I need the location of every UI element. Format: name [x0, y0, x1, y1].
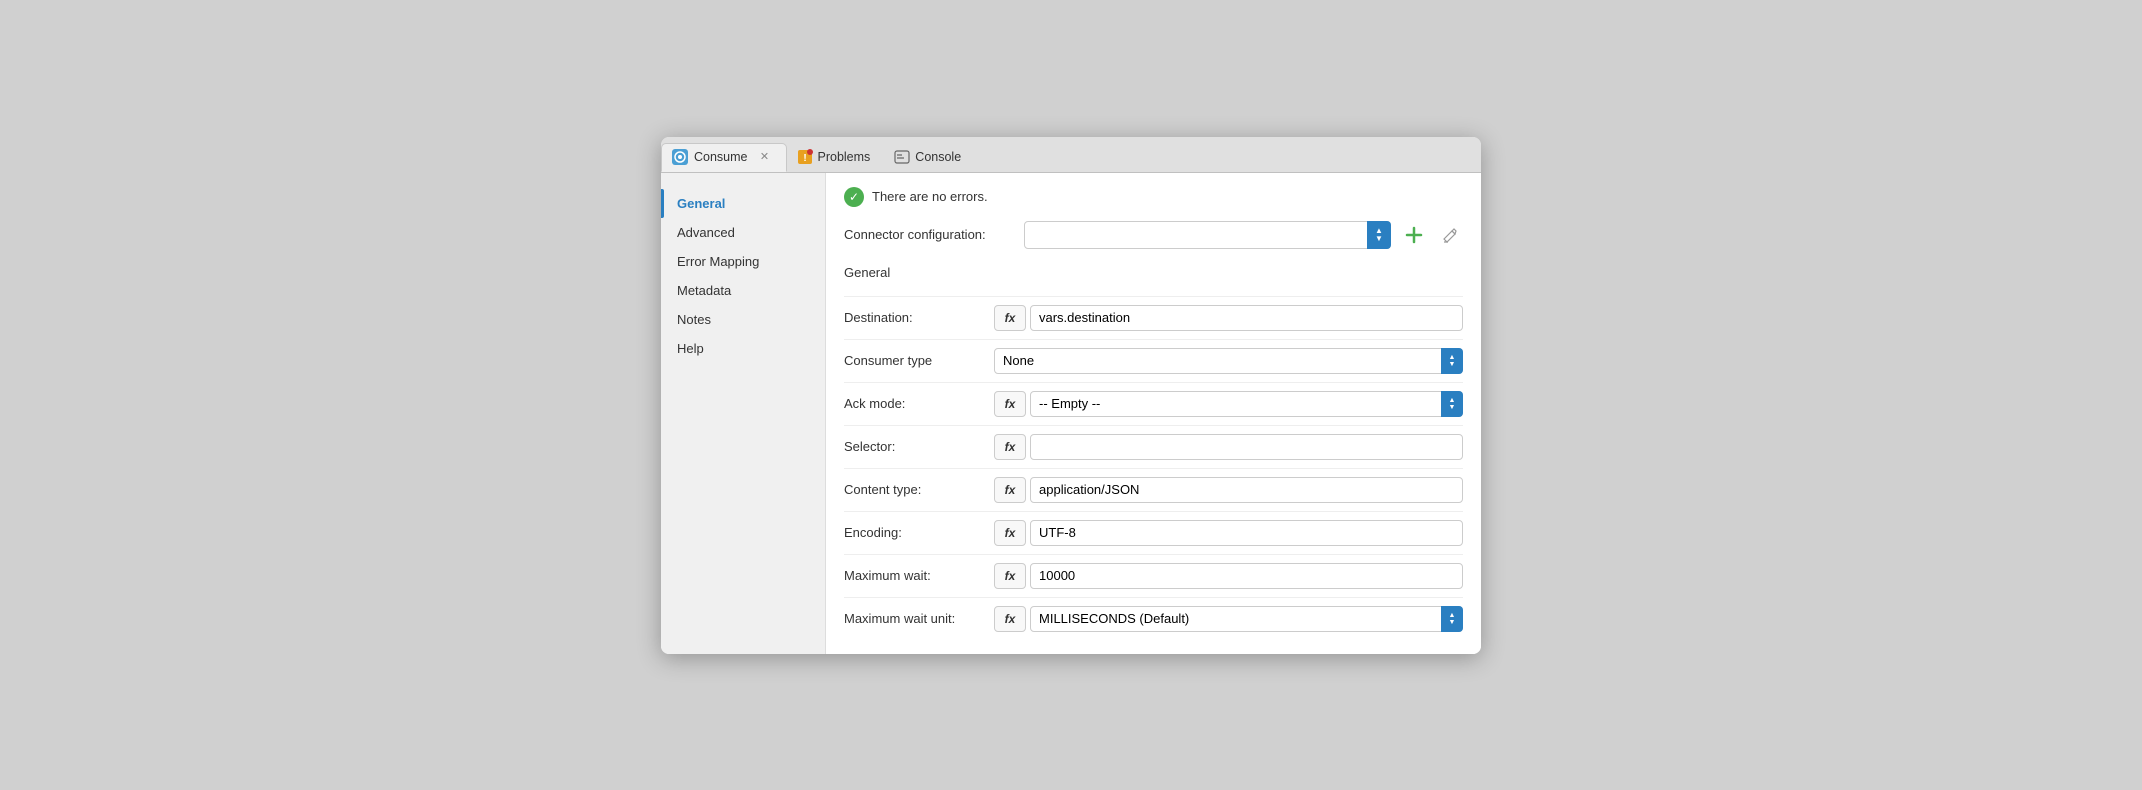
consumer-type-select-wrapper: None ▲ ▼	[994, 348, 1463, 374]
field-row-content-type: Content type: fx	[844, 468, 1463, 503]
tab-console[interactable]: Console	[884, 144, 975, 171]
status-icon: ✓	[844, 187, 864, 207]
destination-input[interactable]	[1030, 305, 1463, 331]
sidebar-metadata-label: Metadata	[677, 283, 731, 298]
encoding-fx-button[interactable]: fx	[994, 520, 1026, 546]
sidebar-help-label: Help	[677, 341, 704, 356]
consumer-type-select[interactable]: None	[994, 348, 1463, 374]
fx-icon: fx	[1005, 440, 1016, 454]
encoding-label: Encoding:	[844, 525, 994, 540]
field-row-destination: Destination: fx	[844, 296, 1463, 331]
connector-select-arrows: ▲ ▼	[1367, 221, 1391, 249]
encoding-input[interactable]	[1030, 520, 1463, 546]
field-row-selector: Selector: fx	[844, 425, 1463, 460]
field-row-encoding: Encoding: fx	[844, 511, 1463, 546]
maximum-wait-fx-button[interactable]: fx	[994, 563, 1026, 589]
tab-consume[interactable]: Consume ✕	[661, 143, 787, 172]
fx-icon: fx	[1005, 526, 1016, 540]
check-icon: ✓	[849, 190, 859, 204]
content-type-label: Content type:	[844, 482, 994, 497]
field-row-maximum-wait: Maximum wait: fx	[844, 554, 1463, 589]
field-row-ack-mode: Ack mode: fx -- Empty -- ▲ ▼	[844, 382, 1463, 417]
consume-tab-label: Consume	[694, 150, 748, 164]
selector-label: Selector:	[844, 439, 994, 454]
svg-text:!: !	[803, 153, 806, 164]
edit-connector-button[interactable]	[1437, 222, 1463, 248]
problems-tab-label: Problems	[818, 150, 871, 164]
status-bar: ✓ There are no errors.	[844, 187, 1463, 207]
consume-tab-icon	[672, 149, 688, 165]
tab-problems[interactable]: ! Problems	[787, 144, 885, 171]
field-row-maximum-wait-unit: Maximum wait unit: fx MILLISECONDS (Defa…	[844, 597, 1463, 632]
sidebar-general-label: General	[677, 196, 725, 211]
destination-fx-button[interactable]: fx	[994, 305, 1026, 331]
content-type-fx-button[interactable]: fx	[994, 477, 1026, 503]
sidebar-item-metadata[interactable]: Metadata	[661, 276, 825, 305]
sidebar-item-help[interactable]: Help	[661, 334, 825, 363]
arrow-down-icon: ▼	[1375, 235, 1383, 243]
consume-tab-close[interactable]: ✕	[758, 150, 772, 164]
maximum-wait-unit-select[interactable]: MILLISECONDS (Default)	[1030, 606, 1463, 632]
fx-icon: fx	[1005, 612, 1016, 626]
add-connector-button[interactable]	[1401, 222, 1427, 248]
connector-label: Connector configuration:	[844, 227, 1014, 242]
ack-mode-fx-button[interactable]: fx	[994, 391, 1026, 417]
fx-icon: fx	[1005, 397, 1016, 411]
sidebar-item-error-mapping[interactable]: Error Mapping	[661, 247, 825, 276]
consumer-type-label: Consumer type	[844, 353, 994, 368]
selector-fx-button[interactable]: fx	[994, 434, 1026, 460]
ack-mode-select[interactable]: -- Empty --	[1030, 391, 1463, 417]
ack-mode-label: Ack mode:	[844, 396, 994, 411]
sidebar-item-general[interactable]: General	[661, 189, 825, 218]
sidebar-item-notes[interactable]: Notes	[661, 305, 825, 334]
console-tab-label: Console	[915, 150, 961, 164]
form-area: ✓ There are no errors. Connector configu…	[826, 173, 1481, 654]
destination-label: Destination:	[844, 310, 994, 325]
sidebar-advanced-label: Advanced	[677, 225, 735, 240]
field-row-consumer-type: Consumer type None ▲ ▼	[844, 339, 1463, 374]
main-content: General Advanced Error Mapping Metadata …	[661, 173, 1481, 654]
sidebar: General Advanced Error Mapping Metadata …	[661, 173, 826, 654]
tab-bar: Consume ✕ ! Problems Console	[661, 137, 1481, 173]
ack-mode-select-wrapper: -- Empty -- ▲ ▼	[1030, 391, 1463, 417]
maximum-wait-input[interactable]	[1030, 563, 1463, 589]
fx-icon: fx	[1005, 311, 1016, 325]
problems-tab-icon: !	[797, 149, 813, 165]
console-tab-icon	[894, 149, 910, 165]
section-header: General	[844, 265, 1463, 284]
maximum-wait-unit-fx-button[interactable]: fx	[994, 606, 1026, 632]
main-window: Consume ✕ ! Problems Console General	[661, 137, 1481, 654]
status-message: There are no errors.	[872, 189, 988, 204]
sidebar-notes-label: Notes	[677, 312, 711, 327]
maximum-wait-unit-label: Maximum wait unit:	[844, 611, 994, 626]
fx-icon: fx	[1005, 569, 1016, 583]
connector-select[interactable]	[1024, 221, 1391, 249]
connector-row: Connector configuration: ▲ ▼	[844, 221, 1463, 249]
maximum-wait-unit-select-wrapper: MILLISECONDS (Default) ▲ ▼	[1030, 606, 1463, 632]
selector-input[interactable]	[1030, 434, 1463, 460]
maximum-wait-label: Maximum wait:	[844, 568, 994, 583]
content-type-input[interactable]	[1030, 477, 1463, 503]
connector-select-wrapper: ▲ ▼	[1024, 221, 1391, 249]
sidebar-error-mapping-label: Error Mapping	[677, 254, 759, 269]
sidebar-item-advanced[interactable]: Advanced	[661, 218, 825, 247]
fx-icon: fx	[1005, 483, 1016, 497]
